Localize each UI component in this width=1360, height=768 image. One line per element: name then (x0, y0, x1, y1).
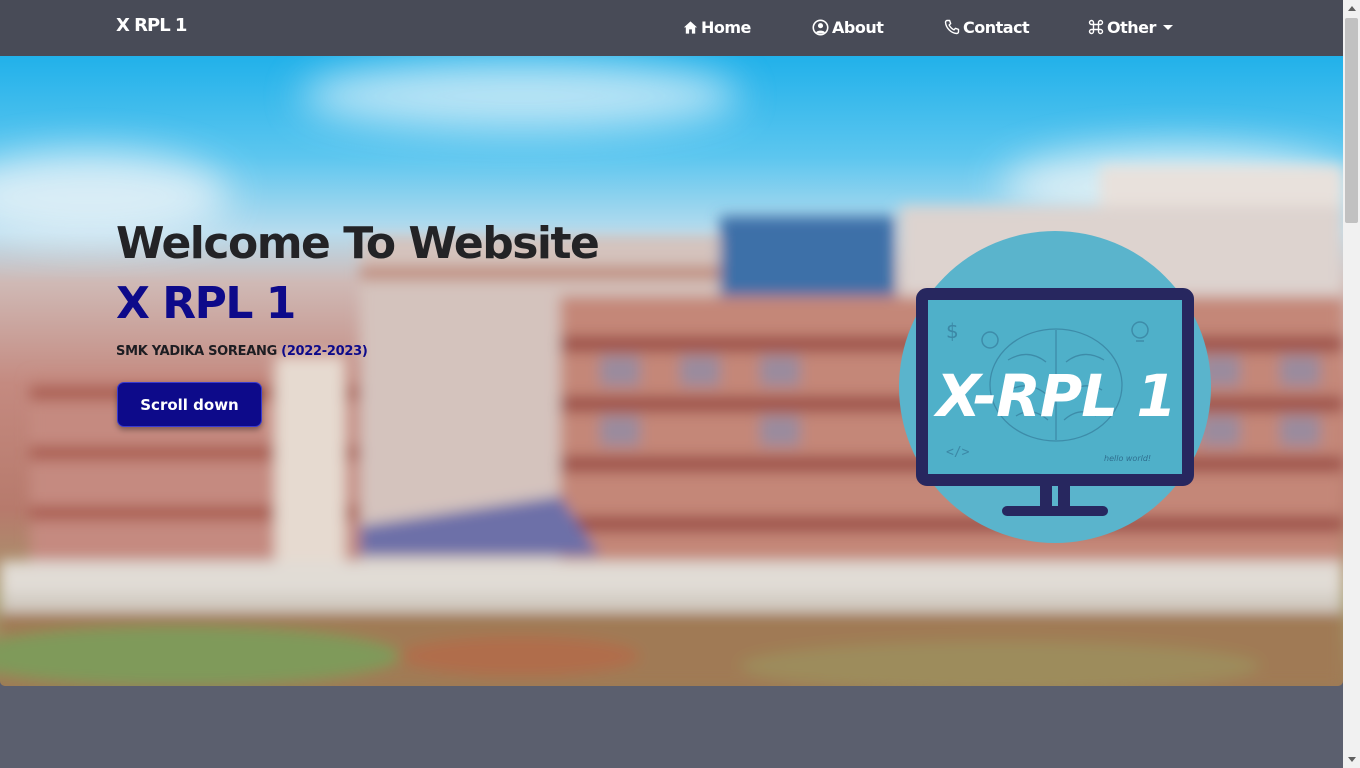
nav-item-label: Other (1107, 17, 1156, 37)
nav-item-label: Home (701, 17, 751, 37)
chevron-down-icon (1162, 25, 1173, 30)
hero-class-name: X RPL 1 (116, 278, 296, 329)
hero-subtitle: SMK YADIKA SOREANG (2022-2023) (116, 344, 368, 359)
nav-item-contact[interactable]: Contact (944, 17, 1030, 37)
school-years: (2022-2023) (281, 344, 368, 359)
nav-item-home[interactable]: Home (683, 17, 751, 37)
svg-text:</>: </> (946, 445, 970, 460)
logo-caption: hello world! (1104, 454, 1151, 463)
nav-item-other-dropdown[interactable]: Other (1088, 17, 1173, 37)
command-icon (1088, 19, 1104, 35)
scroll-down-arrow-icon[interactable] (1348, 757, 1356, 762)
scroll-down-button[interactable]: Scroll down (117, 382, 262, 427)
svg-text:$: $ (946, 319, 959, 343)
house-icon (683, 20, 698, 35)
navbar-brand[interactable]: X RPL 1 (116, 15, 187, 36)
nav-item-label: About (832, 17, 884, 37)
phone-icon (944, 19, 960, 35)
logo-text: X-RPL 1 (933, 362, 1176, 430)
top-navbar: X RPL 1 Home About Contact Other (0, 0, 1343, 56)
nav-item-about[interactable]: About (812, 17, 884, 37)
class-logo: $ </> X-RPL 1 hello world! (899, 231, 1211, 543)
scroll-up-arrow-icon[interactable] (1348, 6, 1356, 11)
school-name: SMK YADIKA SOREANG (116, 344, 277, 359)
hero-section: Welcome To Website X RPL 1 SMK YADIKA SO… (0, 56, 1343, 686)
user-circle-icon (812, 18, 829, 36)
hero-title: Welcome To Website (116, 218, 600, 269)
nav-item-label: Contact (963, 17, 1030, 37)
scrollbar-thumb[interactable] (1345, 18, 1358, 223)
